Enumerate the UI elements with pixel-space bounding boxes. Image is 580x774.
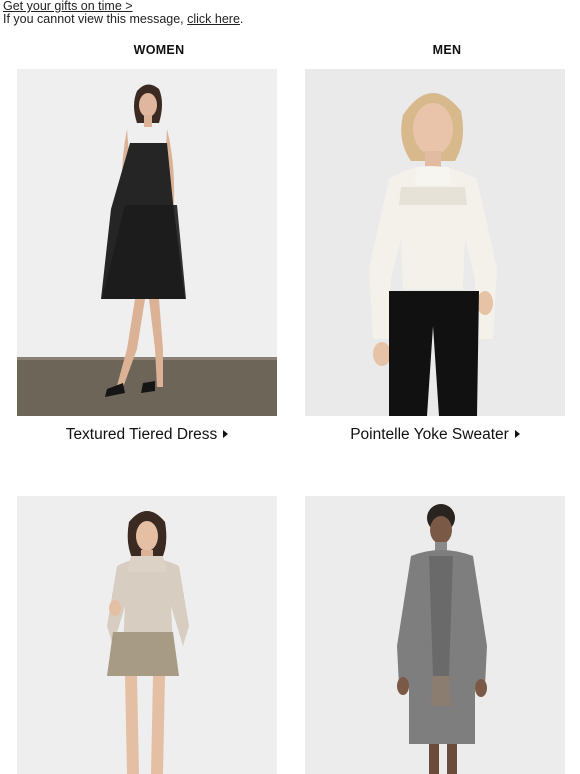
product-image-pointelle-yoke-sweater[interactable] <box>305 69 565 416</box>
model-white-sweater-photo <box>305 69 565 416</box>
click-here-link[interactable]: click here <box>187 12 240 26</box>
nav-women-link[interactable]: WOMEN <box>29 43 289 57</box>
product-image-grey-coat[interactable] <box>305 496 565 774</box>
model-beige-sweater-skirt-photo <box>17 496 277 774</box>
category-nav: WOMEN MEN <box>0 43 580 59</box>
model-black-dress-photo <box>17 69 277 416</box>
nav-men-link[interactable]: MEN <box>317 43 577 57</box>
product-image-textured-tiered-dress[interactable] <box>17 69 277 416</box>
product-link-pointelle-yoke-sweater[interactable]: Pointelle Yoke Sweater <box>305 426 565 444</box>
caret-right-icon <box>223 430 229 438</box>
product-image-beige-sweater[interactable] <box>17 496 277 774</box>
period-text: . <box>239 12 244 26</box>
caret-right-icon <box>514 430 520 438</box>
product-name: Pointelle Yoke Sweater <box>350 426 509 443</box>
model-grey-coat-photo <box>305 496 565 774</box>
product-link-textured-tiered-dress[interactable]: Textured Tiered Dress <box>17 426 277 444</box>
view-message-text: If you cannot view this message, <box>3 12 188 26</box>
preheader: Get your gifts on time > If you cannot v… <box>3 0 243 26</box>
product-name: Textured Tiered Dress <box>65 426 218 443</box>
